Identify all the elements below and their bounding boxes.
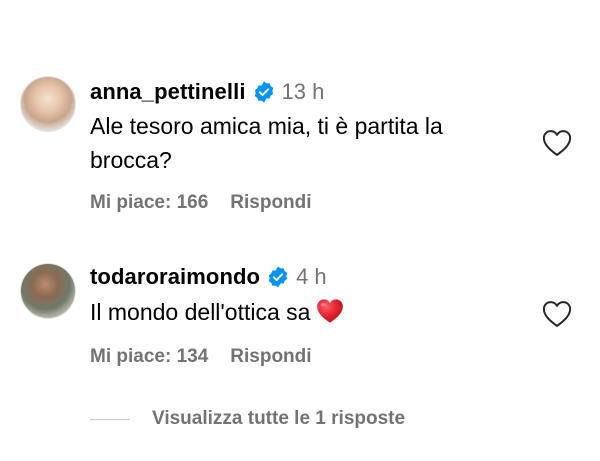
username[interactable]: todaroraimondo [90, 264, 260, 290]
comment-item: todaroraimondo 4 h Il mondo dell'ottica … [0, 0, 600, 390]
view-replies-row[interactable]: Visualizza tutte le 1 risposte [90, 408, 405, 430]
comment-text-line: Il mondo dell'ottica sa [90, 299, 311, 325]
view-replies-link[interactable]: Visualizza tutte le 1 risposte [152, 408, 405, 430]
like-count[interactable]: Mi piace: 134 [90, 346, 208, 368]
reply-button[interactable]: Rispondi [230, 346, 311, 368]
comment-time: 4 h [296, 264, 327, 289]
comment-header: todaroraimondo 4 h [90, 264, 327, 290]
red-heart-emoji-icon [316, 298, 344, 333]
avatar[interactable] [20, 263, 76, 319]
verified-badge-icon [267, 266, 289, 288]
comment-meta: Mi piace: 134 Rispondi [90, 346, 312, 368]
comment-text: Il mondo dell'ottica sa [90, 295, 344, 333]
like-heart-icon[interactable] [542, 300, 572, 328]
divider-line [90, 418, 130, 420]
